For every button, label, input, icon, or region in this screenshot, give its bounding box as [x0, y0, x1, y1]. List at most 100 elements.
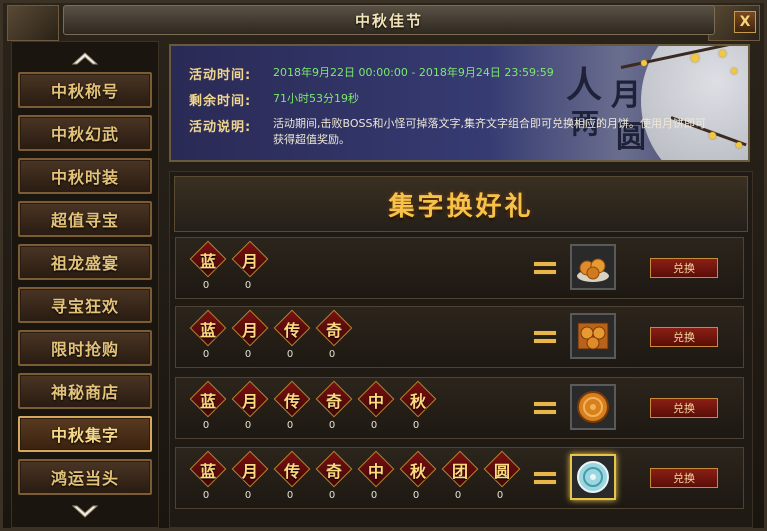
event-banner: 人 月 两 圆 活动时间: 2018年9月22日 00:00:00 - 2018… [169, 44, 750, 162]
event-description-row: 活动说明: 活动期间,击败BOSS和小怪可掉落文字,集齐文字组合即可兑换相应的月… [189, 116, 713, 148]
token-count: 0 [244, 349, 252, 360]
token-character: 传 [283, 321, 300, 340]
sidebar: 中秋称号 中秋幻武 中秋时装 超值寻宝 祖龙盛宴 寻宝狂欢 限时抢购 神秘商店 … [11, 41, 159, 528]
word-token: 秋0 [399, 450, 437, 504]
token-count: 0 [286, 490, 294, 501]
token-character: 传 [283, 392, 300, 411]
event-time-value: 2018年9月22日 00:00:00 - 2018年9月24日 23:59:5… [273, 66, 554, 79]
sidebar-item-fortune[interactable]: 鸿运当头 [18, 459, 152, 495]
token-character: 蓝 [199, 462, 216, 481]
token-character: 月 [241, 462, 258, 481]
token-count: 0 [286, 349, 294, 360]
chevron-up-icon [71, 52, 99, 65]
title-bar: 中秋佳节 [63, 5, 715, 35]
blossom-art [641, 60, 647, 66]
close-button[interactable]: X [734, 11, 756, 33]
remaining-time-label: 剩余时间: [189, 94, 252, 109]
sidebar-item-carnival[interactable]: 寻宝狂欢 [18, 287, 152, 323]
token-character: 传 [283, 462, 300, 481]
word-token: 蓝0 [189, 380, 227, 434]
token-character: 月 [241, 321, 258, 340]
token-count: 0 [202, 280, 210, 291]
banner-art-char: 月 [611, 78, 641, 113]
token-count: 0 [202, 420, 210, 431]
equals-icon [534, 470, 556, 486]
token-count: 0 [412, 420, 420, 431]
sidebar-item-title[interactable]: 中秋称号 [18, 72, 152, 108]
sidebar-item-collect-words[interactable]: 中秋集字 [18, 416, 152, 452]
word-token: 传0 [273, 380, 311, 434]
token-character: 中 [367, 392, 384, 411]
blossom-art [719, 50, 726, 57]
chevron-down-icon [71, 505, 99, 518]
jade-mooncake-icon[interactable] [570, 454, 616, 500]
word-token: 月0 [231, 450, 269, 504]
scroll-down-button[interactable] [20, 500, 150, 524]
word-token: 蓝0 [189, 240, 227, 294]
token-character: 圆 [493, 462, 510, 481]
sidebar-item-treasure[interactable]: 超值寻宝 [18, 201, 152, 237]
scroll-up-button[interactable] [20, 46, 150, 70]
equals-icon [534, 329, 556, 345]
remaining-time-row: 剩余时间: 71小时53分19秒 [189, 90, 359, 109]
blossom-art [691, 54, 699, 62]
sidebar-item-mystery-shop[interactable]: 神秘商店 [18, 373, 152, 409]
exchange-header: 集字换好礼 [174, 176, 748, 232]
token-character: 秋 [409, 462, 426, 481]
word-token: 秋0 [399, 380, 437, 434]
frame-corner-ornament [7, 5, 59, 41]
exchange-button[interactable]: 兑换 [650, 398, 718, 418]
mooncake-box-icon[interactable] [570, 313, 616, 359]
token-character: 蓝 [199, 392, 216, 411]
word-token: 月0 [231, 309, 269, 363]
token-count: 0 [244, 420, 252, 431]
sidebar-item-feast[interactable]: 祖龙盛宴 [18, 244, 152, 280]
exchange-button[interactable]: 兑换 [650, 258, 718, 278]
token-character: 月 [241, 252, 258, 271]
exchange-row: 蓝 0 月 0 传 0 奇 0 中 0 秋 0 兑换 [175, 377, 744, 439]
sidebar-item-flash-sale[interactable]: 限时抢购 [18, 330, 152, 366]
exchange-button[interactable]: 兑换 [650, 327, 718, 347]
token-character: 秋 [409, 392, 426, 411]
word-token: 圆0 [483, 450, 521, 504]
word-token: 蓝0 [189, 309, 227, 363]
word-token: 月0 [231, 380, 269, 434]
token-count: 0 [370, 420, 378, 431]
game-window: 中秋佳节 X 中秋称号 中秋幻武 中秋时装 超值寻宝 祖龙盛宴 寻宝狂欢 限时抢… [0, 0, 767, 531]
token-count: 0 [412, 490, 420, 501]
exchange-button[interactable]: 兑换 [650, 468, 718, 488]
token-count: 0 [328, 420, 336, 431]
event-description-text: 活动期间,击败BOSS和小怪可掉落文字,集齐文字组合即可兑换相应的月饼。使用月饼… [273, 117, 706, 146]
exchange-row: 蓝 0 月 0 兑换 [175, 237, 744, 299]
token-count: 0 [244, 490, 252, 501]
exchange-heading: 集字换好礼 [388, 191, 534, 222]
token-character: 奇 [325, 462, 342, 481]
token-count: 0 [244, 280, 252, 291]
event-description-label: 活动说明: [189, 120, 252, 135]
word-token: 月0 [231, 240, 269, 294]
word-token: 奇0 [315, 450, 353, 504]
token-character: 中 [367, 462, 384, 481]
banner-art-char: 人 [566, 64, 603, 106]
window-title: 中秋佳节 [354, 11, 423, 30]
mooncake-plate-icon[interactable] [570, 244, 616, 290]
token-count: 0 [496, 490, 504, 501]
mooncake-icon[interactable] [570, 384, 616, 430]
word-token: 奇0 [315, 380, 353, 434]
token-count: 0 [370, 490, 378, 501]
sidebar-item-fashion[interactable]: 中秋时装 [18, 158, 152, 194]
blossom-art [731, 68, 737, 74]
word-token: 传0 [273, 309, 311, 363]
token-count: 0 [286, 420, 294, 431]
token-count: 0 [202, 490, 210, 501]
token-character: 奇 [325, 321, 342, 340]
remaining-time-value: 71小时53分19秒 [273, 92, 359, 105]
event-time-row: 活动时间: 2018年9月22日 00:00:00 - 2018年9月24日 2… [189, 64, 554, 83]
exchange-row: 蓝 0 月 0 传 0 奇 0 中 0 秋 0 团 0 圆 0 兑换 [175, 447, 744, 509]
exchange-panel: 集字换好礼 蓝 0 月 0 兑换蓝 0 月 0 传 0 奇 0 兑换蓝 0 月 0 传 0 奇 0 中 0 秋 0 兑换蓝 0 月 0… [169, 171, 753, 528]
word-token: 奇0 [315, 309, 353, 363]
equals-icon [534, 260, 556, 276]
sidebar-item-weapon[interactable]: 中秋幻武 [18, 115, 152, 151]
token-count: 0 [202, 349, 210, 360]
token-character: 蓝 [199, 252, 216, 271]
